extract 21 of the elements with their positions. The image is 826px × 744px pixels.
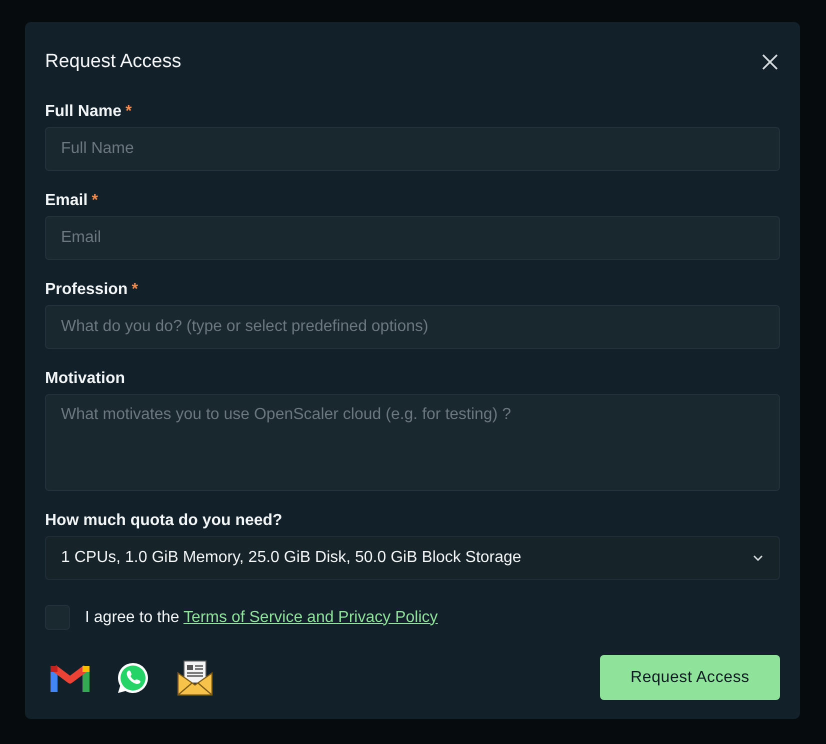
close-icon[interactable] [762, 54, 778, 70]
required-mark: * [92, 191, 98, 211]
dialog-title: Request Access [45, 51, 182, 73]
field-label: Full Name [45, 102, 122, 122]
chevron-icon [753, 555, 763, 561]
required-mark: * [125, 102, 132, 122]
field-label: How much quota do you need? [45, 511, 284, 531]
text-area-field[interactable]: What motivates you to use OpenScaler cloud (e.g. for testing) ? [45, 394, 780, 491]
input-field[interactable]: What do you do? (type or select predefined options) [45, 305, 780, 349]
input-field[interactable]: Full Name [45, 127, 780, 171]
input-field[interactable]: Email [45, 216, 780, 260]
field-label: Profession [45, 280, 128, 300]
quota-select[interactable]: 1 CPUs, 1.0 GiB Memory, 25.0 GiB Disk, 50.0 GiB Block Storage [45, 536, 780, 580]
agreement-text: I agree to the Terms of Service and Privacy Policy [85, 608, 438, 626]
request-access-button[interactable]: Request Access [600, 655, 780, 700]
field-label: Motivation [45, 369, 125, 389]
terms-link[interactable]: Terms of Service and Privacy Policy [183, 608, 438, 626]
field-label: Email [45, 191, 88, 211]
chat-phone-icon[interactable] [116, 660, 150, 694]
envelope-letter-icon[interactable] [176, 658, 214, 696]
required-mark: * [132, 280, 138, 300]
